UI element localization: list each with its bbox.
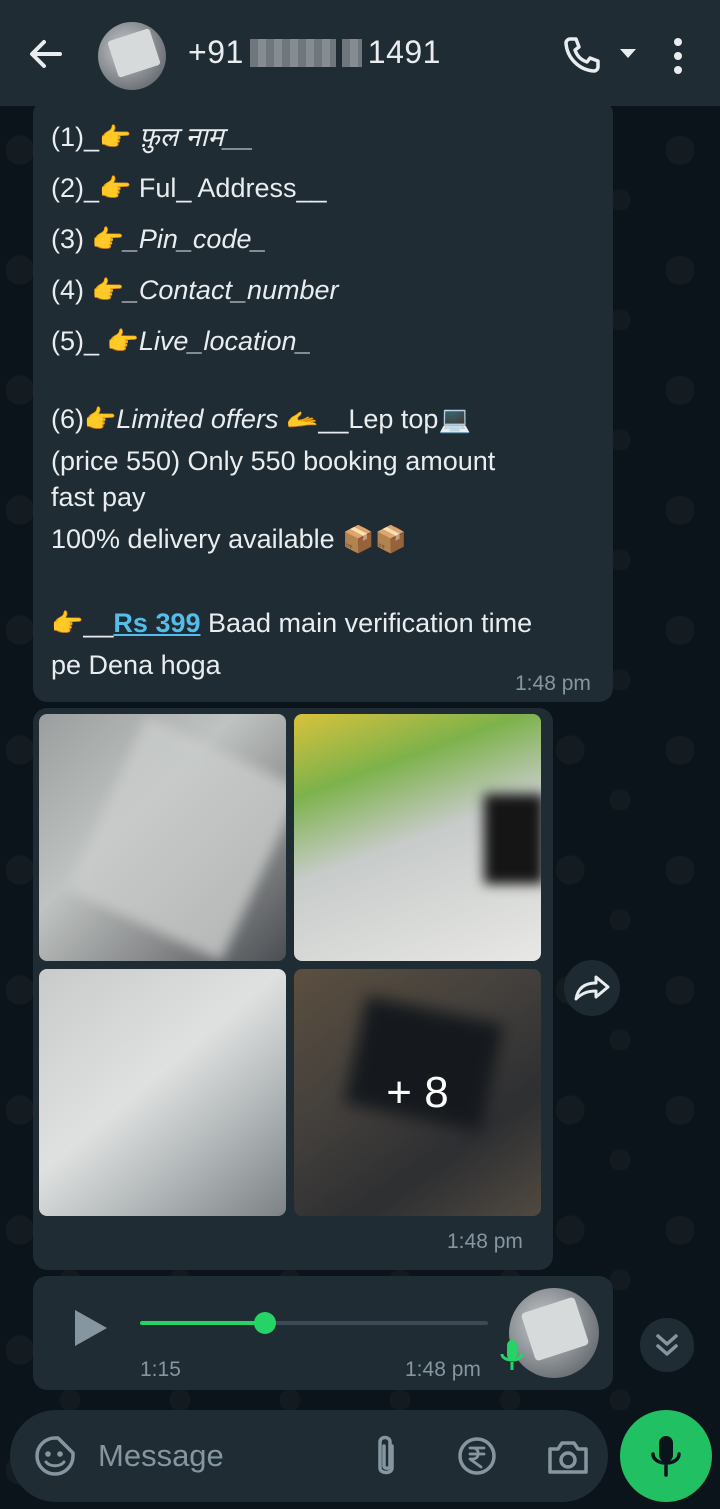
audio-seek-bar[interactable] (140, 1312, 488, 1334)
message-line: 👉__Rs 399 Baad main verification time (51, 608, 533, 638)
package-icon: 📦📦 (342, 524, 407, 554)
photo-thumbnail[interactable] (39, 969, 286, 1216)
payment-link[interactable]: Rs 399 (113, 608, 200, 638)
payment-button[interactable] (456, 1435, 498, 1477)
pointing-hand-icon: 👉 (91, 224, 124, 254)
camera-icon (548, 1441, 588, 1474)
play-icon (75, 1310, 107, 1346)
chevron-double-down-icon (656, 1334, 678, 1356)
voice-note-mic-indicator (499, 1338, 525, 1374)
audio-duration: 1:15 (140, 1358, 181, 1381)
chat-header: +91 1491 (0, 0, 720, 106)
pointing-hand-icon: 👉 (99, 122, 132, 152)
pointing-hand-icon: 👉 (91, 275, 124, 305)
message-line: (1)_👉 फ़ुल नाम__ (51, 122, 254, 152)
forward-icon (574, 975, 610, 1001)
emoji-button[interactable] (34, 1435, 76, 1477)
message-line: (5)_ 👉Live_location_ (51, 326, 312, 356)
message-composer (10, 1410, 608, 1502)
message-line: (2)_👉 Ful_ Address__ (51, 173, 327, 203)
back-button[interactable] (26, 34, 66, 74)
more-vertical-icon (674, 38, 682, 74)
contact-suffix: 1491 (367, 34, 441, 70)
audio-seek-handle[interactable] (254, 1312, 277, 1334)
more-options-button[interactable] (666, 34, 690, 78)
contact-avatar[interactable] (98, 22, 166, 90)
message-line: fast pay (51, 482, 146, 512)
dropdown-caret-icon (620, 49, 636, 58)
text-message-bubble[interactable]: (1)_👉 फ़ुल नाम__ (2)_👉 Ful_ Address__ (3… (33, 100, 613, 702)
pointing-hand-icon: 👉 (106, 326, 139, 356)
message-line: pe Dena hoga (51, 650, 221, 680)
paperclip-icon (378, 1435, 394, 1475)
mic-icon (500, 1340, 524, 1370)
mic-icon (651, 1436, 681, 1477)
photo-album-bubble[interactable]: + 8 1:48 pm (33, 708, 553, 1270)
voice-message-bubble: 1:15 1:48 pm (33, 1276, 613, 1390)
record-voice-button[interactable] (620, 1410, 712, 1502)
redacted-block (341, 38, 362, 67)
message-timestamp: 1:48 pm (447, 1230, 523, 1253)
contact-prefix: +91 (188, 34, 244, 70)
message-line: (6)👉Limited offers 🫴__Lep top💻 (51, 404, 471, 434)
back-arrow-icon (30, 40, 62, 68)
message-line: (4) 👉_Contact_number (51, 275, 339, 305)
message-line: (3) 👉_Pin_code_ (51, 224, 267, 254)
redacted-block (249, 38, 336, 67)
emoji-sticker-icon (35, 1436, 75, 1476)
contact-name[interactable]: +91 1491 (188, 34, 441, 71)
scroll-to-bottom-button[interactable] (640, 1318, 694, 1372)
photo-thumbnail[interactable] (294, 714, 541, 961)
audio-progress-fill (140, 1321, 266, 1325)
call-options-dropdown[interactable] (616, 44, 640, 64)
message-timestamp: 1:48 pm (405, 1358, 481, 1381)
palms-up-icon: 🫴 (285, 404, 319, 434)
voice-call-button[interactable] (560, 33, 604, 77)
more-photos-count: + 8 (294, 969, 541, 1216)
camera-button[interactable] (546, 1437, 590, 1477)
play-button[interactable] (71, 1306, 111, 1350)
message-input[interactable] (98, 1432, 348, 1480)
forward-button[interactable] (564, 960, 620, 1016)
pointing-hand-icon: 👉 (51, 608, 84, 638)
attach-button[interactable] (368, 1434, 404, 1480)
pointing-hand-icon: 👉 (84, 404, 117, 434)
message-line: (price 550) Only 550 booking amount (51, 446, 496, 476)
message-timestamp: 1:48 pm (515, 672, 591, 695)
message-line: 100% delivery available 📦📦 (51, 524, 407, 554)
photo-thumbnail[interactable] (39, 714, 286, 961)
pointing-hand-icon: 👉 (99, 173, 132, 203)
photo-thumbnail-more[interactable]: + 8 (294, 969, 541, 1216)
phone-icon (564, 37, 600, 73)
rupee-icon (458, 1437, 496, 1475)
laptop-icon: 💻 (438, 404, 471, 434)
